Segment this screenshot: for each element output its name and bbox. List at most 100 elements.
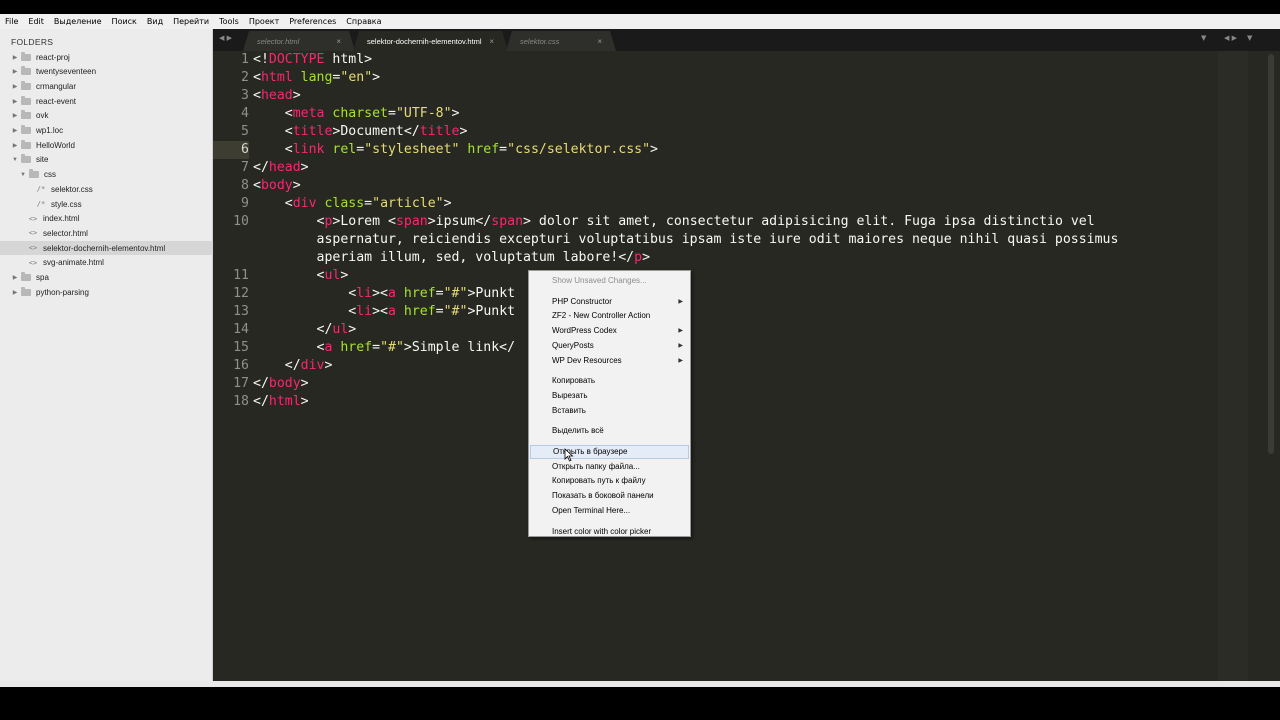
context-menu-item[interactable]: Выделить всё <box>530 424 689 438</box>
sidebar-item[interactable]: ▼ site <box>0 153 223 167</box>
sidebar-item-label: selektor.css <box>51 184 93 194</box>
code-line[interactable]: </ul> <box>253 321 357 339</box>
code-line[interactable]: </body> <box>253 375 309 393</box>
tab-0[interactable]: selector.html × <box>243 31 355 51</box>
context-menu-item[interactable]: Insert color with color picker <box>530 525 689 539</box>
code-line[interactable]: aperiam illum, sed, voluptatum labore!</… <box>253 249 651 267</box>
sidebar-item[interactable]: <> index.html <box>0 212 231 226</box>
chevron-right-icon[interactable]: ▶ <box>11 68 19 75</box>
code-line[interactable]: <div class="article"> <box>253 195 452 213</box>
sidebar-item[interactable]: <> selektor-dochernih-elementov.html <box>0 241 231 256</box>
chevron-right-icon[interactable]: ▶ <box>11 289 19 296</box>
code-line[interactable]: </div> <box>253 357 333 375</box>
sidebar-item[interactable]: ▼ css <box>0 168 231 182</box>
menu-item-6[interactable]: Tools <box>214 14 244 29</box>
line-number: 17 <box>233 376 249 391</box>
menu-item-8[interactable]: Preferences <box>284 14 341 29</box>
context-menu-item[interactable]: Показать в боковой панели <box>530 489 689 503</box>
pane-dropdown-icon[interactable]: ▼ <box>1247 34 1252 42</box>
chevron-right-icon[interactable]: ▶ <box>11 98 19 105</box>
code-line[interactable]: <link rel="stylesheet" href="css/selekto… <box>253 141 658 159</box>
code-line[interactable]: <body> <box>253 177 301 195</box>
tab-nav-arrows[interactable]: ◀ ▶ <box>219 34 232 42</box>
sidebar-item[interactable]: ▶ twentyseventeen <box>0 65 223 79</box>
sidebar-item[interactable]: <> selector.html <box>0 226 231 240</box>
code-token: charset <box>324 106 388 121</box>
close-icon[interactable]: × <box>336 37 341 46</box>
code-line[interactable]: <p>Lorem <span>ipsum</span> dolor sit am… <box>253 213 1095 231</box>
tab-scroll-arrows[interactable]: ◀ ▶ <box>1224 34 1237 42</box>
code-line[interactable]: <head> <box>253 87 301 105</box>
sidebar-item[interactable]: ▶ react-event <box>0 94 223 108</box>
code-line[interactable]: <meta charset="UTF-8"> <box>253 105 460 123</box>
code-line[interactable]: aspernatur, reiciendis excepturi volupta… <box>253 231 1119 249</box>
sidebar-item[interactable]: ▶ crmangular <box>0 79 223 93</box>
context-menu-item[interactable]: Копировать <box>530 374 689 388</box>
menu-item-1[interactable]: Edit <box>23 14 49 29</box>
close-icon[interactable]: × <box>489 37 494 46</box>
sidebar-item[interactable]: ▶ react-proj <box>0 50 223 64</box>
tab-1[interactable]: selektor-dochernih-elementov.html × <box>353 31 508 51</box>
context-menu-item[interactable]: Открыть папку файла... <box>530 460 689 474</box>
tab-dropdown-icon[interactable]: ▼ <box>1201 34 1206 42</box>
context-menu-item[interactable]: WordPress Codex ▶ <box>530 324 689 338</box>
code-line[interactable]: <li><a href="#">Punkt <box>253 303 515 321</box>
menu-item-7[interactable]: Проект <box>244 14 284 29</box>
menu-item-3[interactable]: Поиск <box>107 14 142 29</box>
context-menu-item[interactable]: QueryPosts ▶ <box>530 339 689 353</box>
code-line[interactable]: </head> <box>253 159 309 177</box>
sidebar-item[interactable]: /* selektor.css <box>0 182 239 196</box>
code-token: "stylesheet" <box>364 142 460 157</box>
context-menu-item[interactable]: Open Terminal Here... <box>530 504 689 518</box>
line-number: 12 <box>233 286 249 301</box>
code-line[interactable]: <a href="#">Simple link</ <box>253 339 516 357</box>
code-line[interactable]: <!DOCTYPE html> <box>253 51 372 69</box>
code-line[interactable]: <html lang="en"> <box>253 69 380 87</box>
chevron-right-icon[interactable]: ▶ <box>11 142 19 149</box>
chevron-down-icon[interactable]: ▼ <box>19 172 27 178</box>
code-token: > <box>443 196 452 211</box>
code-editor[interactable]: 1 2 3 4 5 6 7 8 9 10 11 12 13 14 15 16 17 18 <!DOCTYPE htm… <box>213 51 1280 681</box>
code-line[interactable]: <li><a href="#">Punkt <box>253 285 515 303</box>
vertical-scrollbar[interactable] <box>1248 51 1280 681</box>
minimap[interactable] <box>1218 51 1248 681</box>
code-token: = <box>435 286 444 301</box>
window-control[interactable] <box>1260 14 1280 29</box>
chevron-right-icon[interactable]: ▶ <box>11 112 19 119</box>
context-menu-item[interactable]: PHP Constructor ▶ <box>530 295 689 309</box>
menu-item-2[interactable]: Выделение <box>49 14 107 29</box>
context-menu-item[interactable]: ZF2 - New Controller Action <box>530 309 689 323</box>
scrollbar-thumb[interactable] <box>1268 54 1274 454</box>
menu-item-5[interactable]: Перейти <box>168 14 214 29</box>
chevron-right-icon[interactable]: ▶ <box>11 83 19 90</box>
code-line[interactable]: <title>Document</title> <box>253 123 468 141</box>
code-line[interactable]: </html> <box>253 393 309 411</box>
code-token: < <box>253 124 293 139</box>
sidebar-item[interactable]: ▶ ovk <box>0 109 223 123</box>
tab-label: selektor.css <box>520 36 560 46</box>
code-line[interactable]: <ul> <box>253 267 349 285</box>
chevron-down-icon[interactable]: ▼ <box>11 157 19 163</box>
context-menu-item[interactable]: WP Dev Resources ▶ <box>530 354 689 368</box>
code-token: class <box>316 196 365 211</box>
sidebar-item[interactable]: /* style.css <box>0 197 239 211</box>
sidebar-item[interactable]: ▶ python-parsing <box>0 285 223 299</box>
chevron-right-icon[interactable]: ▶ <box>11 274 19 281</box>
context-menu-item[interactable]: Копировать путь к файлу <box>530 474 689 488</box>
sidebar-item[interactable]: ▶ spa <box>0 271 223 285</box>
chevron-right-icon[interactable]: ▶ <box>11 127 19 134</box>
menu-item-4[interactable]: Вид <box>142 14 168 29</box>
context-menu-item[interactable]: Вырезать <box>530 389 689 403</box>
sidebar-item[interactable]: ▶ HelloWorld <box>0 138 223 152</box>
sidebar-item[interactable]: ▶ wp1.loc <box>0 124 223 138</box>
sidebar-item[interactable]: <> svg-animate.html <box>0 256 231 270</box>
context-menu-item[interactable]: Вставить <box>530 404 689 418</box>
code-token: >< <box>372 286 388 301</box>
tab-2[interactable]: selektor.css × <box>506 31 616 51</box>
chevron-right-icon[interactable]: ▶ <box>11 54 19 61</box>
menu-item-9[interactable]: Справка <box>341 14 386 29</box>
menu-item-0[interactable]: File <box>0 14 23 29</box>
line-number: 8 <box>241 178 249 193</box>
close-icon[interactable]: × <box>597 37 602 46</box>
context-menu-item[interactable]: Открыть в браузере <box>530 445 689 459</box>
